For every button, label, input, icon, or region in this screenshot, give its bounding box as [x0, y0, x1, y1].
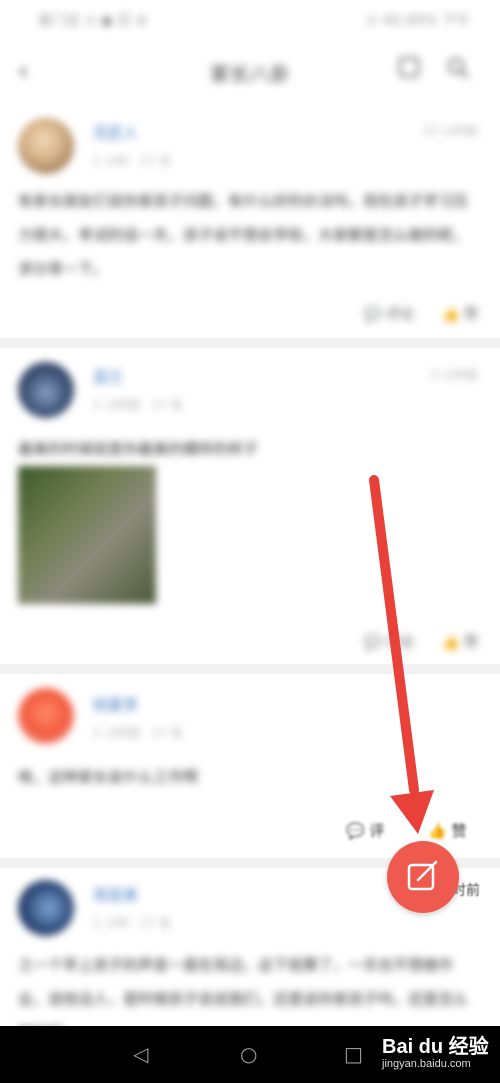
edit-icon	[407, 860, 438, 891]
home-icon[interactable]: ○	[240, 1042, 257, 1066]
watermark-logo: Bai du 经验	[382, 1036, 489, 1058]
recent-apps-icon[interactable]: □	[344, 1042, 363, 1066]
compose-fab-button[interactable]	[387, 841, 459, 913]
back-icon[interactable]: ◁	[133, 1042, 148, 1066]
baidu-watermark: Bai du 经验 jingyan.baidu.com	[382, 1030, 494, 1078]
annotation-arrow	[369, 475, 434, 834]
watermark-url: jingyan.baidu.com	[382, 1058, 471, 1070]
